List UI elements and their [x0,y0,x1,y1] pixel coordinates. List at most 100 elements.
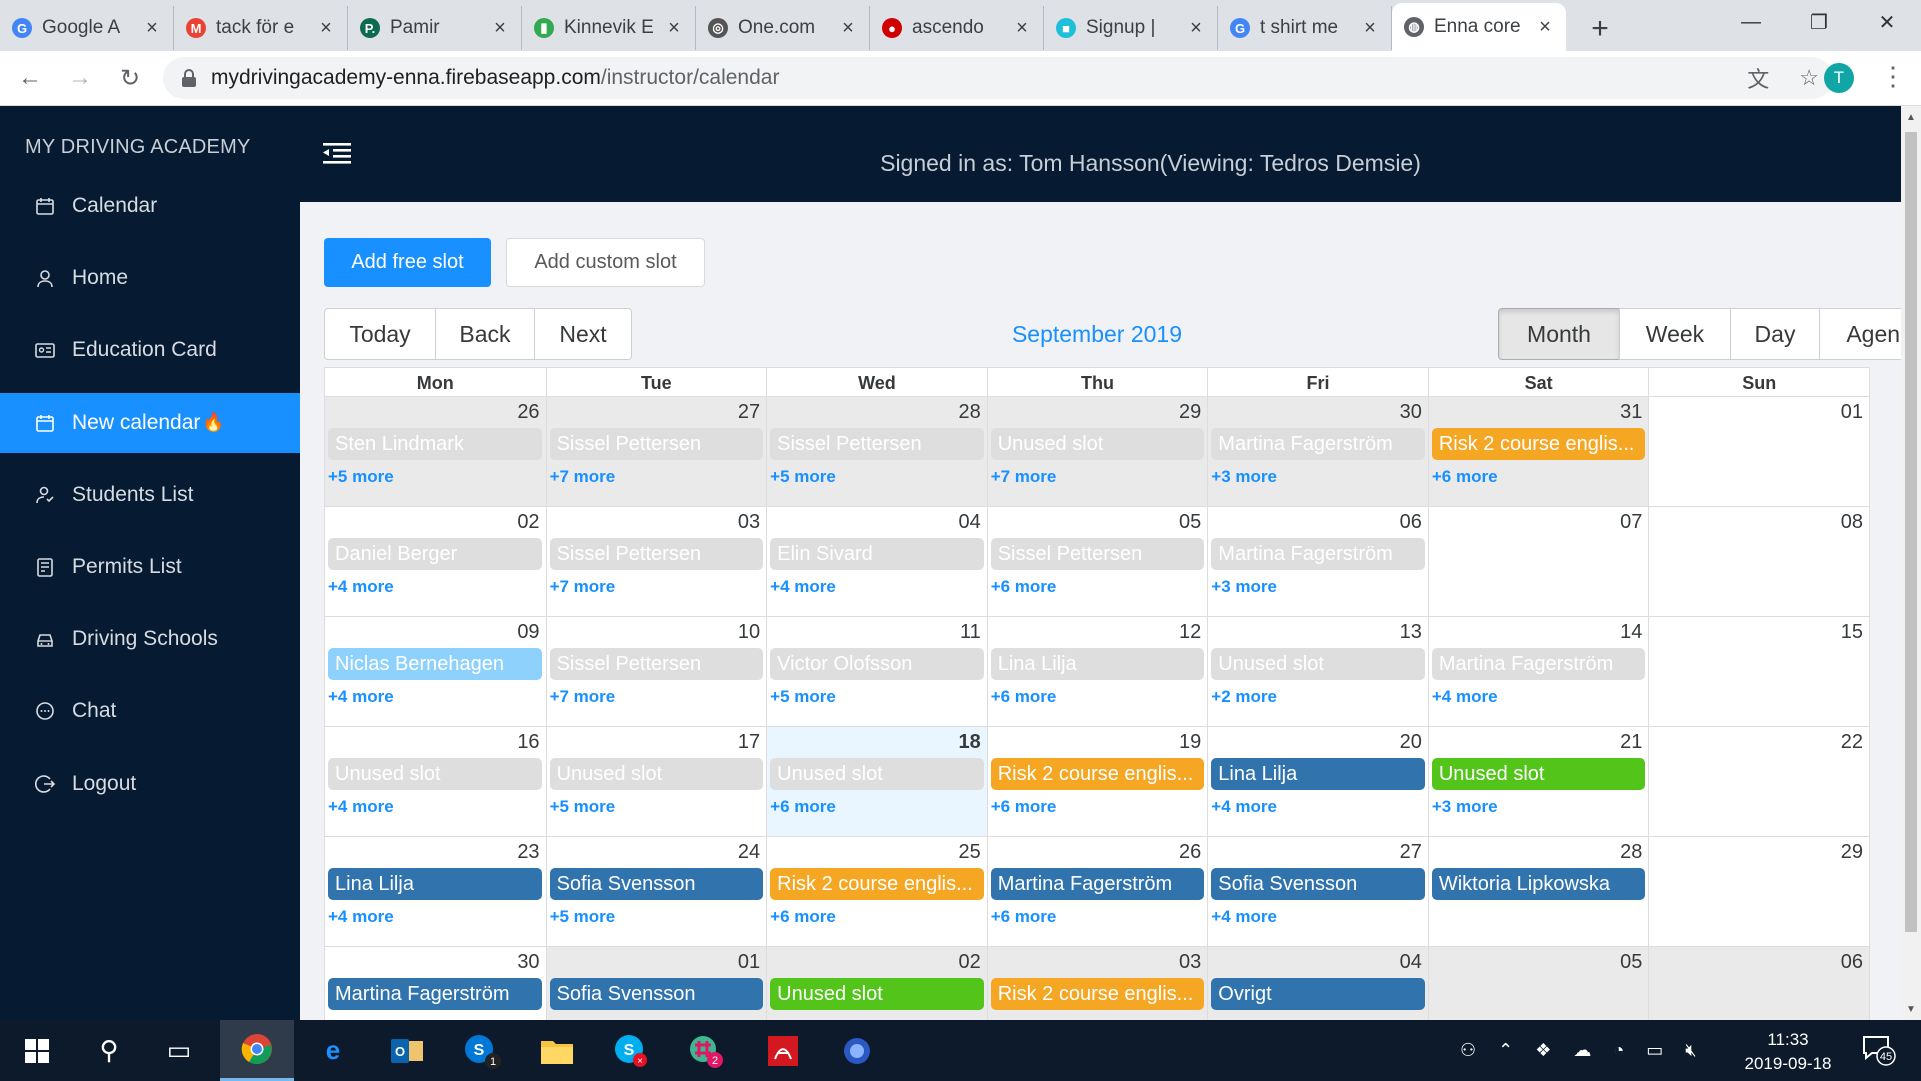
scroll-down-icon[interactable]: ▼ [1906,1004,1916,1015]
day-cell[interactable]: 07 [1427,506,1649,616]
date-number[interactable]: 04 [1400,951,1422,974]
add-custom-slot-button[interactable]: Add custom slot [506,238,705,287]
sidebar-item-students-list[interactable]: Students List [0,465,300,525]
date-number[interactable]: 30 [1400,401,1422,424]
date-number[interactable]: 10 [738,621,760,644]
day-cell[interactable]: 04 Elin Sivard +4 more [766,506,987,616]
date-number[interactable]: 15 [1841,621,1863,644]
date-number[interactable]: 03 [1179,951,1201,974]
close-tab-icon[interactable]: × [839,17,857,40]
date-number[interactable]: 05 [1620,951,1642,974]
close-tab-icon[interactable]: × [1013,17,1031,40]
day-cell[interactable]: 01 Sofia Svensson [545,946,767,1020]
calendar-event[interactable]: Unused slot [549,758,764,790]
sidebar-item-home[interactable]: Home [0,248,300,308]
address-bar[interactable]: mydrivingacademy-enna.firebaseapp.com/in… [163,57,1833,99]
calendar-event[interactable]: Sissel Pettersen [990,538,1205,570]
day-cell[interactable]: 05 [1427,946,1649,1020]
browser-tab[interactable]: G Google A × [0,6,174,50]
calendar-event[interactable]: Sofia Svensson [549,978,764,1010]
calendar-event[interactable]: Risk 2 course englis... [990,978,1205,1010]
day-view-button[interactable]: Day [1730,308,1820,360]
windows-start-icon[interactable] [0,1020,74,1081]
show-more-link[interactable]: +4 more [770,577,836,597]
day-cell[interactable]: 20 Lina Lilja +4 more [1207,726,1428,836]
show-more-link[interactable]: +3 more [1432,797,1498,817]
day-cell[interactable]: 08 [1648,506,1869,616]
date-number[interactable]: 28 [1620,841,1642,864]
scroll-up-icon[interactable]: ▲ [1906,112,1916,123]
search-icon[interactable]: ⚲ [72,1020,146,1081]
new-tab-icon[interactable]: + [1580,7,1620,51]
next-button[interactable]: Next [534,308,632,360]
date-number[interactable]: 29 [1841,841,1863,864]
close-window-icon[interactable]: ✕ [1853,0,1921,44]
show-more-link[interactable]: +5 more [770,467,836,487]
close-tab-icon[interactable]: × [491,17,509,40]
sidebar-item-chat[interactable]: Chat [0,681,300,741]
day-cell[interactable]: 27 Sissel Pettersen +7 more [545,396,767,506]
show-more-link[interactable]: +4 more [328,577,394,597]
sidebar-item-new-calendar[interactable]: New calendar 🔥 [0,392,300,453]
calendar-event[interactable]: Unused slot [328,758,542,790]
show-more-link[interactable]: +6 more [770,907,836,927]
day-cell[interactable]: 31 Risk 2 course englis... +6 more [1427,396,1649,506]
show-more-link[interactable]: +4 more [328,797,394,817]
date-number[interactable]: 24 [738,841,760,864]
scrollbar-thumb[interactable] [1905,132,1917,932]
show-more-link[interactable]: +7 more [550,467,616,487]
translate-icon[interactable]: 文 [1747,62,1769,94]
back-arrow-icon[interactable]: ← [10,58,50,98]
day-cell[interactable]: 17 Unused slot +5 more [545,726,767,836]
show-more-link[interactable]: +7 more [991,467,1057,487]
day-cell[interactable]: 06 Martina Fagerström +3 more [1207,506,1428,616]
date-number[interactable]: 27 [1400,841,1422,864]
show-more-link[interactable]: +5 more [770,687,836,707]
date-number[interactable]: 11 [960,621,981,644]
browser-tab[interactable]: ■ Signup | × [1044,6,1218,50]
day-cell[interactable]: 06 [1648,946,1869,1020]
show-more-link[interactable]: +5 more [550,907,616,927]
day-cell[interactable]: 13 Unused slot +2 more [1207,616,1428,726]
browser-tab[interactable]: ◍ Enna core × [1392,3,1566,51]
calendar-event[interactable]: Risk 2 course englis... [770,868,984,900]
date-number[interactable]: 31 [1620,401,1642,424]
calendar-event[interactable]: Martina Fagerström [990,868,1205,900]
calendar-event[interactable]: Niclas Bernehagen [328,648,542,680]
day-cell[interactable]: 22 [1648,726,1869,836]
sidebar-item-calendar[interactable]: Calendar [0,176,300,236]
dropbox-icon[interactable]: ❖ [1535,1040,1551,1061]
close-tab-icon[interactable]: × [665,17,683,40]
sidebar-item-permits-list[interactable]: Permits List [0,537,300,597]
calendar-event[interactable]: Martina Fagerström [1431,648,1646,680]
day-cell[interactable]: 26 Martina Fagerström +6 more [986,836,1208,946]
bookmark-star-icon[interactable]: ☆ [1799,65,1819,91]
date-number[interactable]: 03 [738,511,760,534]
browser-tab[interactable]: Gt shirt me × [1218,6,1392,50]
calendar-event[interactable]: Daniel Berger [328,538,542,570]
wifi-icon[interactable]: ◔ [1613,1040,1624,1061]
people-icon[interactable]: ⚇ [1460,1040,1476,1061]
day-cell[interactable]: 03 Risk 2 course englis... [986,946,1208,1020]
skype-icon[interactable]: S × [594,1020,668,1081]
calendar-event[interactable]: Sten Lindmark [328,428,542,460]
calendar-event[interactable]: Sissel Pettersen [770,428,984,460]
calendar-event[interactable]: Martina Fagerström [1211,428,1425,460]
day-cell[interactable]: 29 Unused slot +7 more [986,396,1208,506]
show-more-link[interactable]: +6 more [991,687,1057,707]
sidebar-item-logout[interactable]: Logout [0,754,300,814]
show-more-link[interactable]: +7 more [550,577,616,597]
date-number[interactable]: 12 [1179,621,1201,644]
close-tab-icon[interactable]: × [143,17,161,40]
date-number[interactable]: 06 [1841,951,1863,974]
date-number[interactable]: 13 [1400,621,1422,644]
calendar-event[interactable]: Victor Olofsson [770,648,984,680]
calendar-event[interactable]: Ovrigt [1211,978,1425,1010]
browser-tab[interactable]: ▮ Kinnevik E × [522,6,696,50]
browser-tab[interactable]: ◎ One.com × [696,6,870,50]
acrobat-icon[interactable] [746,1020,820,1081]
close-tab-icon[interactable]: × [317,17,335,40]
sidebar-item-driving-schools[interactable]: Driving Schools [0,609,300,669]
show-more-link[interactable]: +4 more [328,687,394,707]
day-cell[interactable]: 01 [1648,396,1869,506]
